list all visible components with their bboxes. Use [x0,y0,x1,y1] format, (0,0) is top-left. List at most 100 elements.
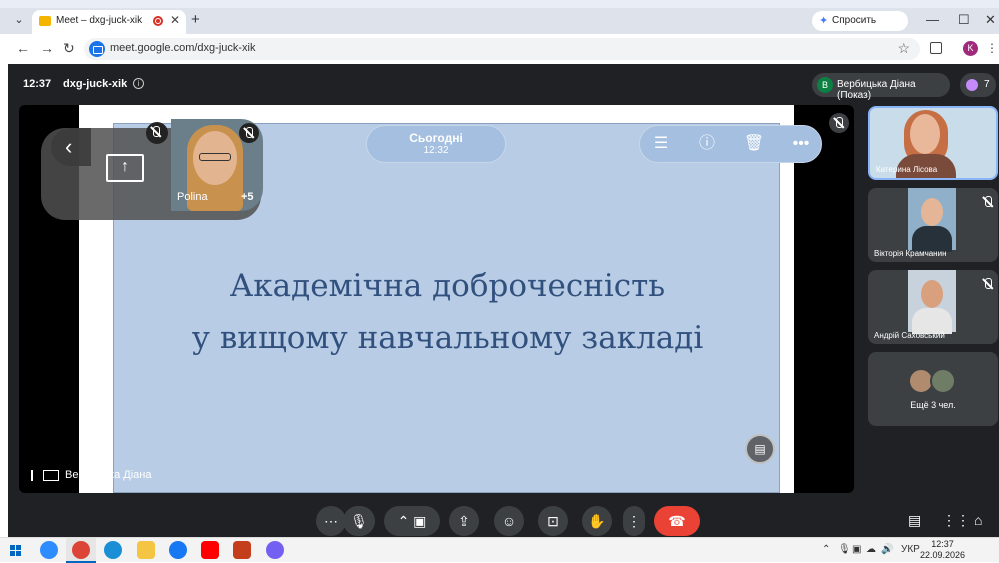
glasses [199,153,231,161]
participant-face [921,280,943,308]
tab-search-button[interactable]: ⌄ [10,13,28,29]
end-call-button[interactable]: ☎ [654,506,700,536]
polina-mic-off-icon [239,123,259,143]
presenting-icon [43,469,59,481]
present-screen-icon[interactable]: ↑ [106,154,144,182]
back-button[interactable]: ← [16,40,30,56]
maximize-button[interactable]: ☐ [958,12,970,28]
minimize-button[interactable]: — [926,12,939,27]
reload-button[interactable]: ↻ [63,40,75,57]
edge-app-icon[interactable] [104,541,122,559]
mic-off-icon [829,113,849,133]
start-button[interactable] [10,545,21,556]
gemini-button[interactable]: ✦ Спросить Gemini [812,11,908,46]
microphone-button[interactable]: 🎙 [343,506,375,536]
slide-toolbar: ☰ ⓘ 🗑 ••• [639,125,822,163]
close-window-button[interactable]: ✕ [985,12,996,28]
host-controls-icon[interactable]: ⌂ [974,512,982,528]
url-text: meet.google.com/dxg-juck-xik [110,42,256,54]
slide-title-line-2: у вищому навчальному закладі [191,320,704,356]
filter-sliders-icon[interactable]: ☰ [650,133,672,155]
pin-icon[interactable] [31,469,39,481]
participant-camera [908,270,956,334]
more-controls-button[interactable]: ⋯ [316,506,346,536]
volume-icon[interactable]: 🔊 [881,544,893,555]
avatar [930,368,956,394]
zoom-app-icon[interactable] [40,541,58,559]
participant-camera [908,188,956,252]
people-icon [966,79,978,91]
youtube-app-icon[interactable] [201,541,219,559]
participant-tile-2[interactable]: Вікторія Крамчанин [868,188,998,262]
meet-tab-icon [39,16,51,26]
more-options-button[interactable]: ⋮ [623,506,645,536]
start-pane [16,545,21,550]
profile-avatar[interactable]: K [963,41,978,56]
meeting-info-icon[interactable]: i [133,78,144,89]
participants-button[interactable]: 7 [960,73,996,97]
captions-button[interactable]: ⊡ [538,506,568,536]
more-options-icon[interactable]: ••• [790,133,812,155]
info-icon[interactable]: ⓘ [696,133,718,155]
address-bar-row: ← → ↻ meet.google.com/dxg-juck-xik ☆ K ⋮ [0,34,999,64]
camera-button[interactable]: ⌃ ▣ [384,506,440,536]
bookmark-star-icon[interactable]: ☆ [897,40,910,57]
trash-icon[interactable]: 🗑 [743,133,765,155]
chrome-top-strip [0,0,999,8]
tab-close-icon[interactable]: ✕ [170,13,180,27]
site-info-icon[interactable] [89,41,105,57]
presenter-name-bar: Вербицька Діана [31,469,151,481]
tray-mic-icon: 🎙 [838,544,851,555]
presenter-chip[interactable]: В Вербицька Діана (Показ) [812,73,950,101]
polina-tile[interactable]: Polina +5 [171,119,263,211]
powerpoint-app-icon[interactable] [233,541,251,559]
mic-off-icon [978,274,994,290]
text-scan-icon[interactable]: ▤ [745,434,775,464]
start-pane [10,551,15,556]
presenter-avatar: В [817,77,833,93]
more-participants-count: +5 [241,191,254,203]
new-tab-button[interactable]: + [191,11,200,28]
slide-title-line-1: Академічна доброчесність [229,268,666,304]
participant-face [910,114,940,154]
raise-hand-button[interactable]: ✋ [582,506,612,536]
meeting-code: dxg-juck-xik [63,78,128,90]
start-pane [10,545,15,550]
emoji-button[interactable]: ☺ [494,506,524,536]
collapse-chevron-icon[interactable]: ‹ [51,128,91,166]
present-button[interactable]: ⇪ [449,506,479,536]
meet-window: 12:37 dxg-juck-xik i В Вербицька Діана (… [8,64,999,537]
presenter-name: Вербицька Діана [65,469,152,481]
activities-icon[interactable]: ⋮⋮ [942,512,970,529]
avatar-stack [908,368,958,394]
forward-button[interactable]: → [40,40,54,56]
facebook-app-icon[interactable] [169,541,187,559]
tab-bar: ⌄ Meet – dxg-juck-xik ✕ + ✦ Спросить Gem… [0,8,999,46]
taskbar: ⌃ 🎙 ▣ ☁ 🔊 УКР 12:37 22.09.2026 [0,537,999,563]
file-explorer-icon[interactable] [137,541,155,559]
today-label: Сьогодні [409,131,463,145]
tray-chevron-icon[interactable]: ⌃ [822,544,830,555]
viber-app-icon[interactable] [266,541,284,559]
presenter-label: Вербицька Діана (Показ) [837,79,916,101]
keyboard-language[interactable]: УКР [901,544,920,555]
participant-tile-3[interactable]: Андрій Саховський [868,270,998,344]
participant-name: Андрій Саховський [874,331,945,340]
meeting-time: 12:37 [23,78,52,90]
more-participants-tile[interactable]: Ещё 3 чел. [868,352,998,426]
start-pane [16,551,21,556]
chrome-app-icon[interactable] [72,541,90,559]
system-clock[interactable]: 12:37 22.09.2026 [920,539,965,561]
omnibox[interactable]: meet.google.com/dxg-juck-xik ☆ [84,38,920,60]
chat-icon[interactable]: ▤ [908,512,921,529]
self-mic-off-icon [146,122,168,144]
browser-menu-icon[interactable]: ⋮ [986,41,998,55]
tab-meet[interactable]: Meet – dxg-juck-xik ✕ [32,10,186,34]
mic-off-icon [978,192,994,208]
participant-name: Вікторія Крамчанин [874,249,947,258]
extensions-icon[interactable] [930,42,942,54]
cloud-icon[interactable]: ☁ [866,544,876,555]
participant-tile-1[interactable]: Катерина Лісова [868,106,998,180]
participant-name: Катерина Лісова [876,165,938,174]
polina-name: Polina [177,191,208,203]
